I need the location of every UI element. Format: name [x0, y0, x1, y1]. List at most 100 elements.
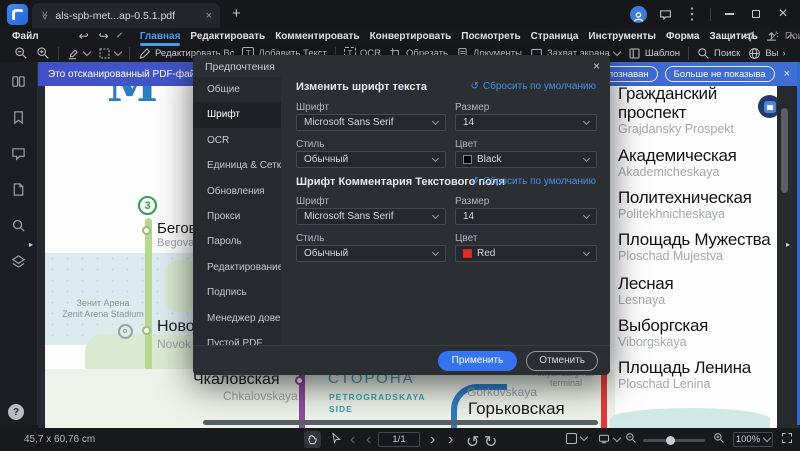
chevron-down-icon [82, 47, 92, 56]
search-panel-icon[interactable] [11, 218, 26, 233]
dismiss-button[interactable]: Больше не показыва [664, 66, 775, 82]
cancel-button[interactable]: Отменить [526, 350, 598, 371]
divider [58, 46, 59, 60]
nav-general[interactable]: Общие [193, 77, 281, 102]
page-number-input[interactable]: 1/1 [378, 431, 420, 447]
menu-convert[interactable]: Конвертировать [370, 31, 452, 42]
station-begovaya: Бегов [157, 220, 197, 237]
share-icon[interactable] [742, 30, 755, 43]
comments-icon[interactable] [11, 146, 26, 161]
list-item: Гражданский проспект Grajdansky Prospekt [618, 84, 760, 137]
language-button[interactable]: Вы › [748, 47, 786, 60]
nav-updates[interactable]: Обновления [193, 179, 281, 204]
first-page-button[interactable]: ‹ [350, 431, 355, 449]
collapse-toolbar-icon[interactable] [786, 33, 796, 43]
station-name: Академическая [618, 146, 737, 165]
zenit-arena-label: Зенит Арена Zenit Arena Stadium [53, 298, 153, 320]
menu-file[interactable]: Файл [12, 31, 39, 42]
thumbnails-icon[interactable] [11, 74, 26, 89]
more-actions-chevron-icon[interactable] [116, 32, 122, 37]
highlighter-tool[interactable] [67, 47, 92, 60]
nav-font[interactable]: Шрифт [193, 102, 281, 128]
tab-close-icon[interactable]: × [206, 10, 212, 22]
zoom-in-icon[interactable] [36, 46, 50, 60]
rotate-right-button[interactable]: ↻ [484, 432, 497, 451]
upload-cloud-icon[interactable] [765, 30, 778, 43]
titlebar-right: ⋮ × [630, 5, 792, 23]
nav-trust-manager[interactable]: Менеджер доверия [193, 306, 281, 331]
next-page-button[interactable]: › [430, 431, 435, 449]
document-tab[interactable]: ≫ als-spb-met...ap-0.5.1.pdf × [32, 3, 220, 28]
nav-signature[interactable]: Подпись [193, 280, 281, 305]
zoom-in-button[interactable] [713, 432, 725, 444]
rotate-left-button[interactable]: ↺ [466, 432, 479, 451]
page-layout-button[interactable] [566, 432, 589, 444]
redo-icon[interactable]: ↪ [99, 29, 109, 43]
station-translit: Grajdansky Prospekt [618, 122, 735, 136]
layers-icon[interactable] [11, 254, 26, 269]
style-select[interactable]: Обычный [296, 151, 446, 168]
horizontal-scrollbar[interactable] [203, 420, 598, 425]
reset-default-link-2[interactable]: ↺ Сбросить по умолчанию [471, 176, 596, 187]
list-item: Лесная Lesnaya [618, 274, 760, 308]
font-select-2[interactable]: Microsoft Sans Serif [296, 208, 446, 225]
menu-comment[interactable]: Комментировать [275, 31, 359, 42]
minimize-button[interactable] [720, 5, 738, 23]
dialog-close-icon[interactable]: × [593, 59, 600, 73]
prev-page-button[interactable]: ‹ [366, 431, 371, 449]
color-select-2[interactable]: Red [455, 245, 597, 262]
size-select-2[interactable]: 14 [455, 208, 597, 225]
notification-close-icon[interactable]: × [784, 68, 790, 80]
menu-page[interactable]: Страница [531, 31, 579, 42]
menu-tools[interactable]: Инструменты [588, 31, 656, 42]
bookmarks-icon[interactable] [11, 110, 26, 125]
template-button[interactable]: Шаблон [628, 47, 680, 60]
color-select[interactable]: Black [455, 151, 597, 168]
undo-icon[interactable]: ↩ [79, 29, 89, 43]
new-tab-button[interactable]: + [232, 5, 241, 22]
zoom-level-select[interactable]: 100% [733, 431, 773, 447]
station-name: Выборгская [618, 316, 709, 335]
select-tool-button[interactable] [330, 432, 342, 444]
feedback-icon[interactable] [656, 5, 674, 23]
vertical-scrollbar[interactable] [781, 108, 788, 193]
zoom-out-button[interactable] [625, 432, 637, 444]
menu-view[interactable]: Посмотреть [461, 31, 520, 42]
kebab-menu-icon[interactable]: ⋮ [683, 5, 701, 23]
fit-screen-button[interactable] [781, 432, 793, 444]
right-panel-expander-icon[interactable]: ▸ [786, 240, 790, 249]
attachments-icon[interactable] [11, 182, 26, 197]
nav-password[interactable]: Пароль [193, 229, 281, 254]
hand-tool-button[interactable] [304, 431, 321, 448]
menu-form[interactable]: Форма [666, 31, 699, 42]
size-select[interactable]: 14 [455, 114, 597, 131]
apply-button[interactable]: Применить [437, 350, 518, 371]
nav-ocr[interactable]: OCR [193, 128, 281, 153]
user-avatar[interactable] [630, 5, 647, 23]
menu-bar: Файл ↩ ↪ Главная Редактировать Комментир… [0, 28, 800, 46]
help-button[interactable]: ? [8, 404, 24, 420]
maximize-button[interactable] [747, 5, 765, 23]
last-page-button[interactable]: › [448, 431, 453, 449]
close-button[interactable]: × [774, 5, 792, 23]
reset-label: Сбросить по умолчанию [482, 176, 596, 187]
reset-icon: ↺ [470, 176, 479, 187]
reset-default-link[interactable]: ↺ Сбросить по умолчанию [471, 81, 596, 92]
menu-home[interactable]: Главная [139, 31, 180, 46]
zoom-out-icon[interactable] [14, 46, 28, 60]
station-translit: Lesnaya [618, 293, 666, 307]
select-area-tool[interactable] [98, 47, 123, 60]
template-icon [629, 48, 640, 58]
nav-editing[interactable]: Редактирование [193, 255, 281, 280]
station-translit: Ploschad Lenina [618, 377, 711, 391]
font-select[interactable]: Microsoft Sans Serif [296, 114, 446, 131]
person-icon [633, 11, 644, 22]
panel-expander-icon[interactable]: ▸ [29, 240, 33, 249]
style-select-2[interactable]: Обычный [296, 245, 446, 262]
nav-units-grid[interactable]: Единица & Сетка [193, 153, 281, 178]
search-button[interactable]: Поиск [697, 47, 740, 60]
presentation-button[interactable] [598, 433, 622, 445]
zoom-slider-thumb[interactable] [666, 435, 675, 445]
menu-edit[interactable]: Редактировать [190, 31, 265, 42]
nav-proxy[interactable]: Прокси [193, 204, 281, 229]
